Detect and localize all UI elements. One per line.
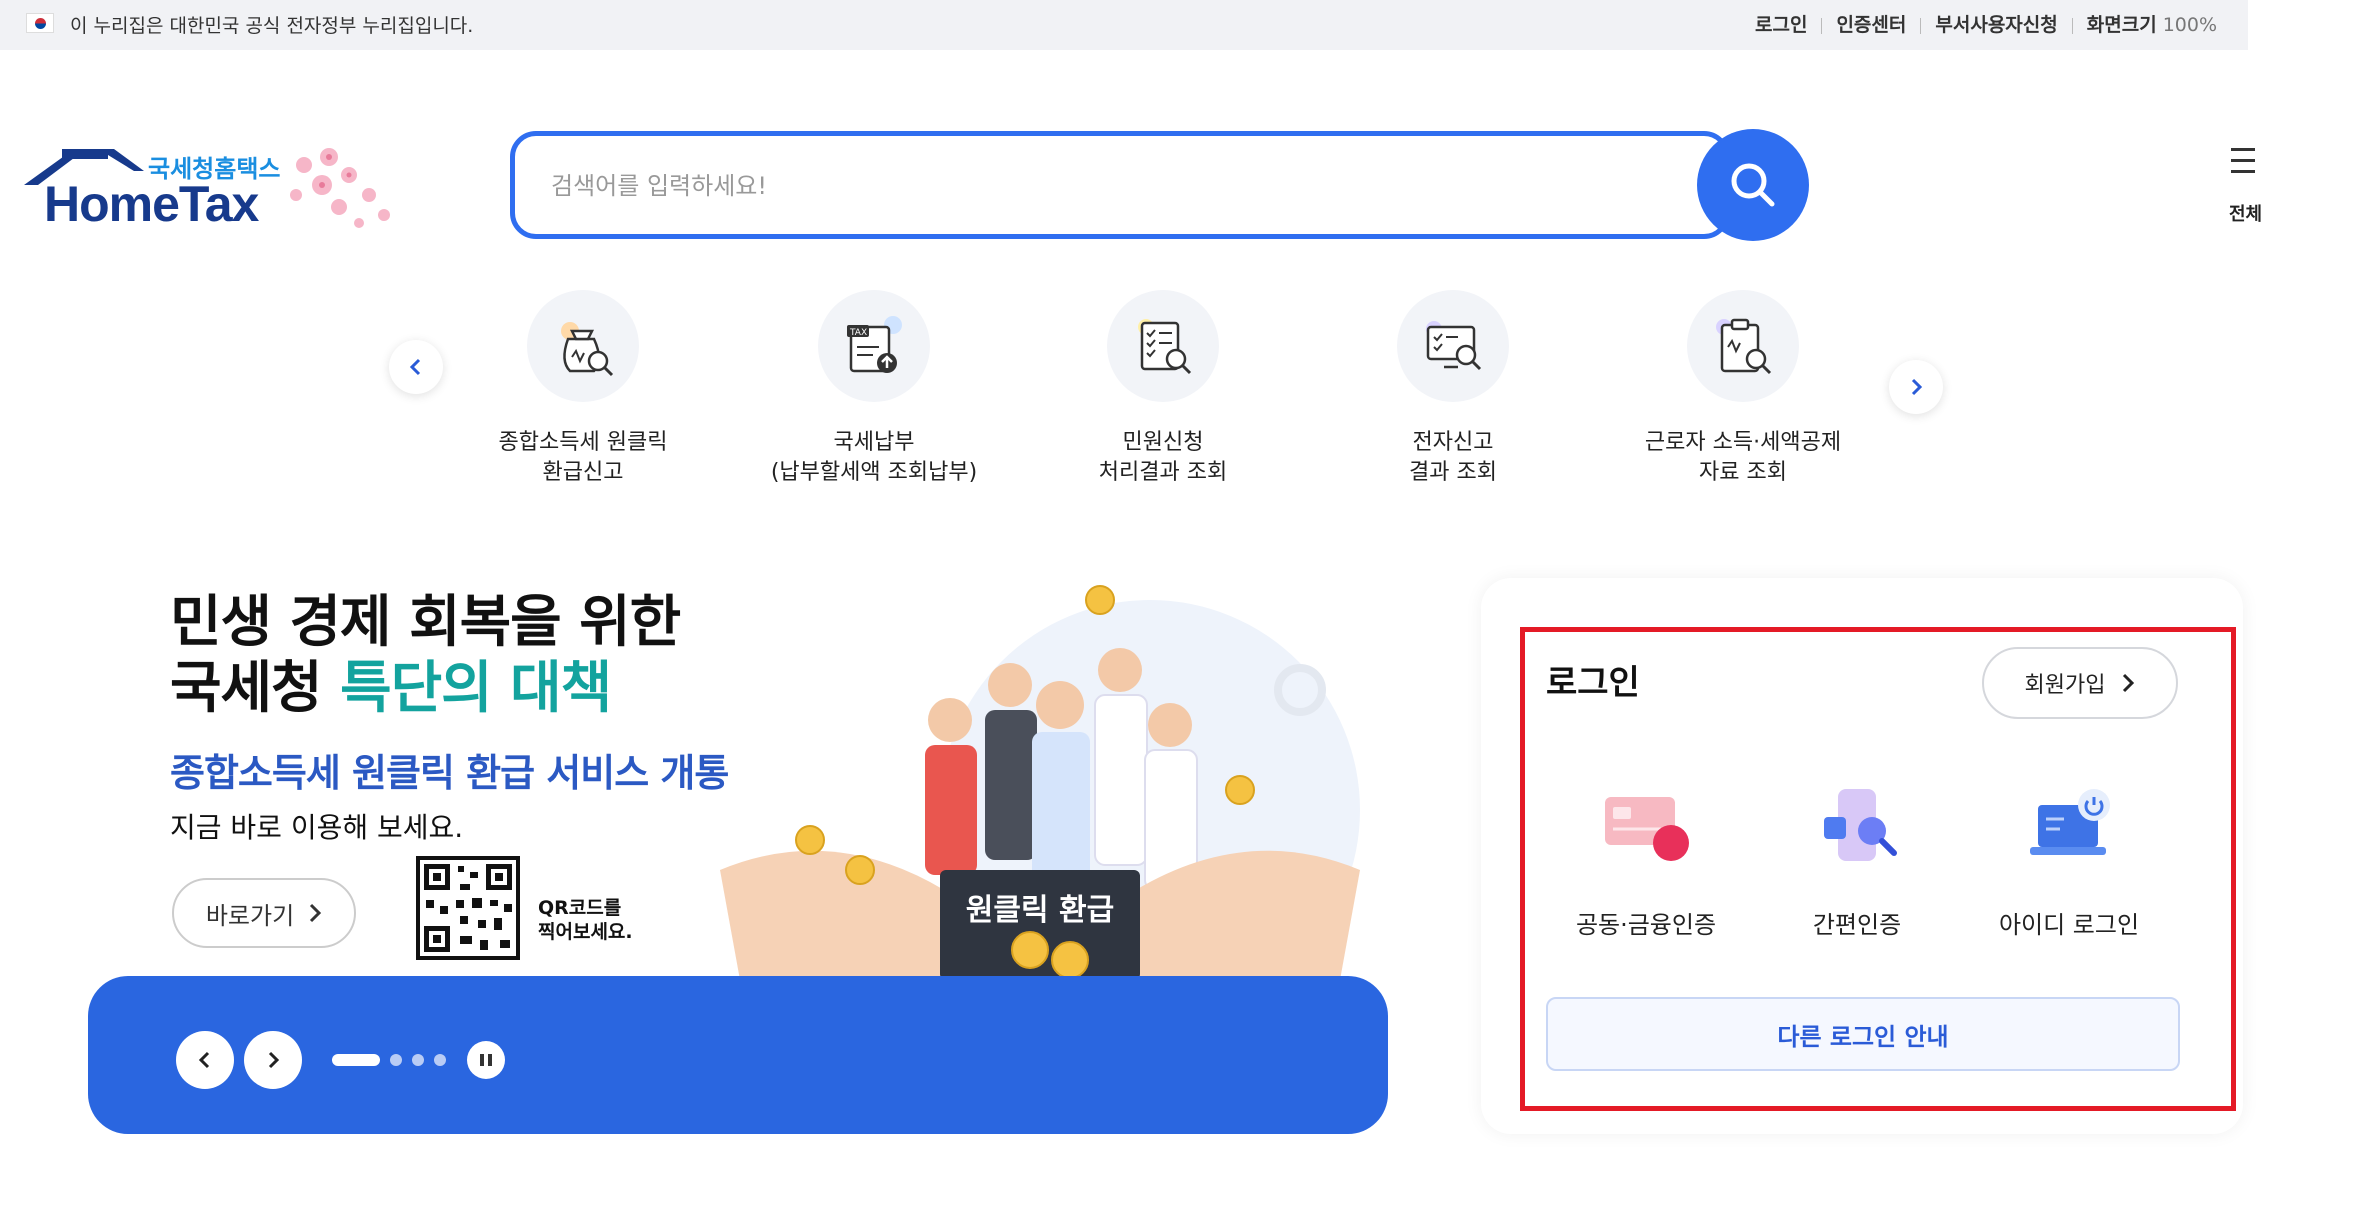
chevron-right-icon — [1911, 378, 1923, 396]
quick-item-line1: 민원신청 — [1122, 430, 1204, 455]
chevron-right-icon — [268, 1051, 280, 1069]
gov-notice-bar: 이 누리집은 대한민국 공식 전자정부 누리집입니다. 로그인 인증센터 부서사용자… — [0, 0, 2248, 50]
login-method-id[interactable]: 아이디 로그인 — [1969, 785, 2169, 940]
logo-title: HomeTax — [44, 176, 259, 232]
quick-item-civil-petition-result[interactable]: 민원신청처리결과 조회 — [1033, 290, 1293, 488]
phone-search-icon — [1802, 785, 1912, 875]
clipboard-search-icon — [1687, 290, 1799, 402]
login-title: 로그인 — [1546, 663, 1640, 703]
slide-indicator[interactable] — [434, 1054, 446, 1066]
svg-text:TAX: TAX — [849, 328, 867, 338]
other-login-guide-button[interactable]: 다른 로그인 안내 — [1546, 997, 2180, 1071]
chevron-left-icon — [409, 358, 421, 376]
banner-title: 민생 경제 회복을 위한 국세청 특단의 대책 — [170, 590, 681, 722]
quick-item-line2: 환급신고 — [542, 460, 624, 485]
slide-indicator[interactable] — [390, 1054, 402, 1066]
qr-line1: QR코드를 — [538, 897, 622, 919]
quick-item-national-tax-payment[interactable]: TAX 국세납부 (납부할세액 조회납부) — [744, 290, 1004, 488]
quick-item-line2: 처리결과 조회 — [1098, 460, 1228, 485]
qr-instruction: QR코드를 찍어보세요. — [538, 896, 633, 944]
quick-menu-next-button[interactable] — [1889, 360, 1943, 414]
banner-pause-button[interactable] — [467, 1041, 505, 1079]
goto-label: 바로가기 — [205, 901, 295, 930]
chevron-left-icon — [198, 1051, 210, 1069]
banner-description: 지금 바로 이용해 보세요. — [170, 811, 464, 844]
utility-links: 로그인 인증센터 부서사용자신청 화면크기 100% — [1755, 10, 2217, 37]
all-menu-label: 전체 — [2229, 204, 2263, 225]
slide-indicator[interactable] — [412, 1054, 424, 1066]
tax-document-upload-icon: TAX — [818, 290, 930, 402]
hometax-logo[interactable]: 국세청홈택스 HomeTax — [22, 145, 402, 245]
hamburger-icon — [2231, 148, 2255, 151]
login-method-label: 간편인증 — [1812, 911, 1902, 939]
quick-item-line1: 종합소득세 원클릭 — [498, 430, 668, 455]
document-checklist-search-icon — [1107, 290, 1219, 402]
banner-title-line1: 민생 경제 회복을 위한 — [170, 590, 681, 655]
banner-illustration: 원클릭 환급 — [720, 585, 1360, 980]
slide-indicator-active[interactable] — [332, 1054, 380, 1066]
korea-flag-icon — [26, 13, 54, 33]
sign-text: 원클릭 환급 — [966, 893, 1114, 928]
money-bag-search-icon — [527, 290, 639, 402]
zoom-level[interactable]: 100% — [2163, 14, 2217, 36]
join-button[interactable]: 회원가입 — [1982, 647, 2178, 719]
quick-menu-prev-button[interactable] — [389, 340, 443, 394]
pause-icon — [480, 1054, 484, 1066]
chevron-right-icon — [310, 903, 322, 923]
quick-item-line2: 결과 조회 — [1409, 460, 1497, 485]
monitor-search-icon — [1397, 290, 1509, 402]
chevron-right-icon — [2123, 673, 2135, 693]
util-cert-center-link[interactable]: 인증센터 — [1836, 14, 1906, 36]
quick-item-worker-deduction-data[interactable]: 근로자 소득·세액공제자료 조회 — [1613, 290, 1873, 488]
login-method-label: 아이디 로그인 — [1998, 911, 2140, 939]
laptop-power-icon — [2014, 785, 2124, 875]
cherry-blossom-icon — [290, 148, 390, 228]
join-label: 회원가입 — [2024, 673, 2106, 698]
banner-next-button[interactable] — [244, 1031, 302, 1089]
gov-notice-text: 이 누리집은 대한민국 공식 전자정부 누리집입니다. — [70, 15, 474, 37]
quick-item-line1: 전자신고 — [1412, 430, 1494, 455]
search-box — [510, 131, 1730, 239]
banner-subtitle: 종합소득세 원클릭 환급 서비스 개통 — [170, 751, 729, 795]
qr-code-icon — [416, 856, 520, 960]
util-login-link[interactable]: 로그인 — [1755, 14, 1807, 36]
search-icon — [1731, 163, 1775, 207]
all-menu-button[interactable]: 전체 — [2225, 148, 2262, 225]
quick-item-line2: 자료 조회 — [1699, 460, 1787, 485]
qr-line2: 찍어보세요. — [538, 921, 633, 943]
banner-prev-button[interactable] — [176, 1031, 234, 1089]
quick-item-line1: 근로자 소득·세액공제 — [1644, 430, 1842, 455]
login-method-certificate[interactable]: 공동·금융인증 — [1546, 785, 1746, 940]
banner-title-highlight: 특단의 대책 — [340, 656, 612, 721]
util-screen-size-label: 화면크기 — [2086, 14, 2157, 36]
util-dept-user-link[interactable]: 부서사용자신청 — [1935, 14, 2057, 36]
quick-item-income-tax-refund[interactable]: 종합소득세 원클릭환급신고 — [453, 290, 713, 488]
certificate-card-icon — [1591, 785, 1701, 875]
search-button[interactable] — [1697, 129, 1809, 241]
banner-goto-button[interactable]: 바로가기 — [172, 878, 356, 948]
search-input[interactable] — [551, 166, 1551, 206]
quick-item-line1: 국세납부 — [833, 430, 915, 455]
quick-item-e-filing-result[interactable]: 전자신고결과 조회 — [1323, 290, 1583, 488]
banner-title-line2a: 국세청 — [170, 656, 341, 721]
login-method-label: 공동·금융인증 — [1575, 911, 1717, 939]
login-method-simple-auth[interactable]: 간편인증 — [1757, 785, 1957, 940]
quick-item-line2: (납부할세액 조회납부) — [770, 460, 978, 485]
